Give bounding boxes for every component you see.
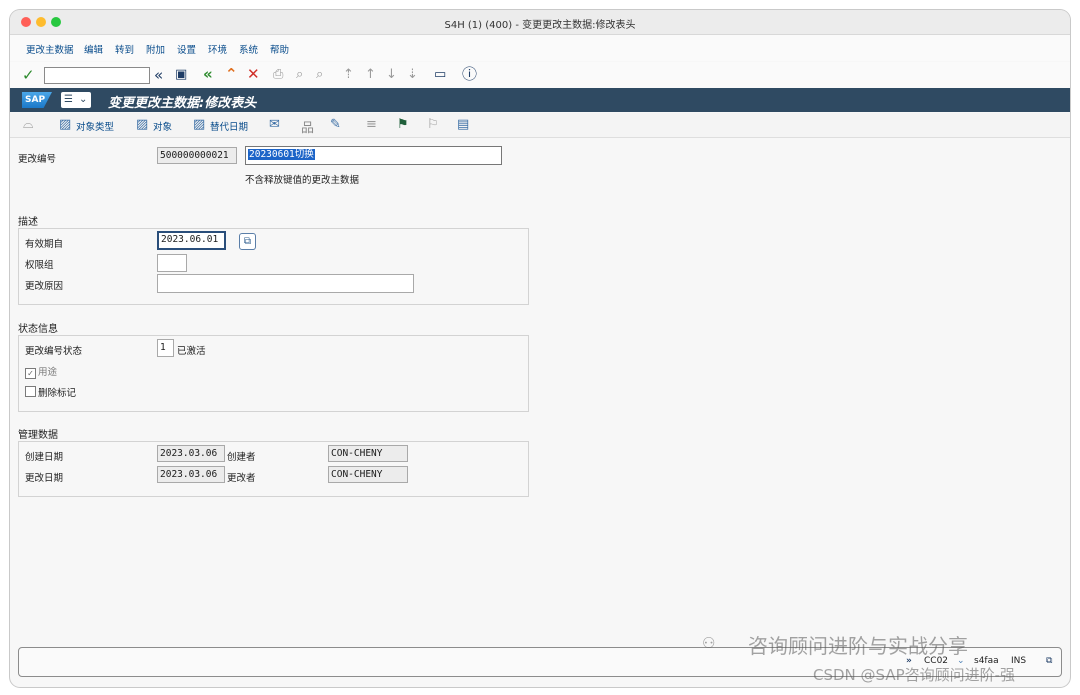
enter-checkmark-icon[interactable]: ✓ [22,67,35,83]
change-number-hint: 不含释放键值的更改主数据 [245,175,360,186]
exit-icon[interactable]: ⌃ [225,66,238,82]
envelope-icon[interactable]: ✉ [269,117,280,132]
menu-edit[interactable]: 编辑 [84,42,103,56]
list-icon[interactable]: ≡ [366,117,377,132]
menu-bar: 更改主数据 编辑 转到 附加 设置 环境 系统 帮助 [10,35,1070,61]
find-icon[interactable]: ⌕ [296,67,303,83]
find-next-icon[interactable]: ⌕ [316,67,323,83]
change-number-field: 500000000021 [157,147,237,164]
change-reason-field[interactable] [157,274,414,293]
application-toolbar: ⌓ ▨ 对象类型 ▨ 对象 ▨ 替代日期 ✉ 品 ✎ ≡ ⚑ ⚐ ▤ [10,113,1070,138]
new-session-icon[interactable]: ▭ [434,67,446,83]
valid-from-label: 有效期自 [25,239,64,250]
alternative-dates-button[interactable]: 替代日期 [210,119,248,133]
flag-outline-icon[interactable]: ⚐ [427,117,439,132]
change-reason-label: 更改原因 [25,281,64,292]
help-icon[interactable]: ⓘ [462,66,477,82]
checkbox-checked-icon: ✓ [25,368,36,379]
calendar-icon[interactable]: ⧉ [239,233,256,250]
created-on-field: 2023.03.06 [157,445,225,462]
double-chevron-left-icon[interactable]: « [154,67,163,83]
usage-label: 用途 [38,367,58,378]
status-group [18,335,529,412]
menu-change-master[interactable]: 更改主数据 [26,42,74,56]
back-icon[interactable]: « [203,66,213,82]
sap-logo: SAP [22,92,52,108]
delete-flag-checkbox[interactable]: 删除标记 [25,385,76,399]
system-toolbar: ✓ « ▣ « ⌃ ✕ ⎙ ⌕ ⌕ ⇡ ↑ ↓ ⇣ ▭ ⓘ [10,62,1070,89]
changed-on-label: 更改日期 [25,473,64,484]
next-page-icon[interactable]: ↓ [386,67,397,83]
change-number-label: 更改编号 [18,154,57,165]
window-titlebar: S4H (1) (400) - 变更更改主数据:修改表头 [10,10,1070,35]
status-text: 已激活 [177,346,206,357]
watermark-title: 咨询顾问进阶与实战分享 [748,634,968,658]
auth-group-field[interactable] [157,254,187,272]
hierarchy-icon[interactable]: 品 [301,117,314,136]
sap-menu-button[interactable]: ☰ ⌄ [61,92,91,108]
menu-system[interactable]: 系统 [239,42,258,56]
created-by-label: 创建者 [227,452,256,463]
page-title: 变更更改主数据:修改表头 [108,96,257,111]
menu-extras[interactable]: 附加 [146,42,165,56]
menu-settings[interactable]: 设置 [177,42,196,56]
cancel-icon[interactable]: ✕ [247,66,260,82]
menu-icon: ☰ [64,94,73,105]
watermark-credit: CSDN @SAP咨询顾问进阶-强 [813,666,1016,684]
image-icon: ▨ [136,117,149,132]
sap-window: S4H (1) (400) - 变更更改主数据:修改表头 更改主数据 编辑 转到… [10,10,1070,687]
valid-from-field[interactable]: 2023.06.01 [157,231,226,250]
changed-on-field: 2023.03.06 [157,466,225,483]
usage-checkbox[interactable]: ✓ 用途 [25,364,57,379]
status-group-title: 状态信息 [18,324,58,335]
previous-page-icon[interactable]: ↑ [365,67,376,83]
change-description-text: 20230601切换 [248,149,315,160]
object-types-button[interactable]: 对象类型 [76,119,114,133]
description-group [18,228,529,305]
changed-by-field: CON-CHENY [328,466,408,483]
edit-note-icon[interactable]: ✎ [330,117,341,132]
window-title: S4H (1) (400) - 变更更改主数据:修改表头 [444,20,636,31]
chevron-down-icon: ⌄ [79,94,88,105]
document-icon[interactable]: ▤ [457,117,469,132]
wechat-icon: ⚇ [702,634,716,652]
command-field[interactable] [44,67,150,84]
status-field[interactable]: 1 [157,339,174,357]
image-icon: ▨ [59,117,72,132]
change-description-field[interactable]: 20230601切换 [245,146,502,165]
auth-group-label: 权限组 [25,260,54,271]
objects-button[interactable]: 对象 [153,119,172,133]
sap-title-bar: SAP ☰ ⌄ 变更更改主数据:修改表头 [10,88,1070,112]
print-icon[interactable]: ⎙ [273,67,283,83]
flag-icon[interactable]: ⚑ [397,117,409,132]
changed-by-label: 更改者 [227,473,256,484]
created-by-field: CON-CHENY [328,445,408,462]
last-page-icon[interactable]: ⇣ [407,67,418,83]
menu-help[interactable]: 帮助 [270,42,289,56]
status-label: 更改编号状态 [25,346,83,357]
image-icon: ▨ [193,117,206,132]
save-icon[interactable]: ▣ [175,67,187,83]
admin-group-title: 管理数据 [18,430,58,441]
delete-flag-label: 删除标记 [38,388,77,399]
layout-icon[interactable]: ⧉ [1046,656,1052,666]
created-on-label: 创建日期 [25,452,64,463]
menu-environment[interactable]: 环境 [208,42,227,56]
description-group-title: 描述 [18,217,38,228]
first-page-icon[interactable]: ⇡ [343,67,354,83]
checkbox-unchecked-icon [25,386,36,397]
admin-group [18,441,529,497]
menu-goto[interactable]: 转到 [115,42,134,56]
hat-icon[interactable]: ⌓ [23,117,33,132]
